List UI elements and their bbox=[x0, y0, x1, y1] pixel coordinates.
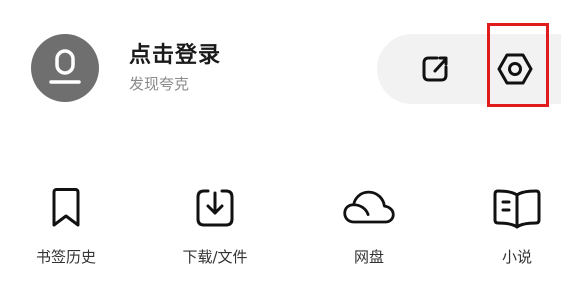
login-title[interactable]: 点击登录 bbox=[129, 41, 221, 71]
share-button[interactable] bbox=[403, 34, 467, 104]
menu-label: 小说 bbox=[501, 248, 532, 266]
book-icon bbox=[493, 189, 541, 229]
quick-menu: 书签历史 下载/文件 网盘 小说 bbox=[0, 180, 578, 280]
menu-label: 下载/文件 bbox=[182, 248, 248, 266]
personal-center-page: 点击登录 发现夸克 书签历史 下载/文件 网盘 小说 bbox=[0, 0, 578, 281]
settings-hexagon-icon bbox=[497, 53, 533, 85]
menu-item-downloads-files[interactable]: 下载/文件 bbox=[160, 180, 270, 276]
profile-header[interactable]: 点击登录 发现夸克 bbox=[31, 34, 221, 102]
cloud-drive-icon bbox=[343, 190, 395, 224]
settings-button[interactable] bbox=[483, 34, 547, 104]
menu-label: 书签历史 bbox=[35, 248, 96, 266]
menu-icon-wrapper bbox=[187, 180, 243, 236]
profile-text: 点击登录 发现夸克 bbox=[129, 41, 221, 95]
user-avatar-icon bbox=[49, 49, 81, 84]
menu-item-bookmarks-history[interactable]: 书签历史 bbox=[11, 180, 121, 276]
share-icon bbox=[422, 56, 448, 82]
menu-icon-wrapper bbox=[341, 180, 397, 236]
bookmark-icon bbox=[52, 188, 80, 227]
menu-item-novels[interactable]: 小说 bbox=[462, 180, 572, 276]
menu-icon-wrapper bbox=[38, 180, 94, 236]
menu-label: 网盘 bbox=[353, 248, 384, 266]
action-pill bbox=[377, 34, 561, 104]
login-subtitle: 发现夸克 bbox=[129, 75, 190, 93]
download-icon bbox=[196, 189, 234, 227]
avatar[interactable] bbox=[31, 34, 99, 102]
menu-item-cloud-drive[interactable]: 网盘 bbox=[314, 180, 424, 276]
menu-icon-wrapper bbox=[489, 180, 545, 236]
